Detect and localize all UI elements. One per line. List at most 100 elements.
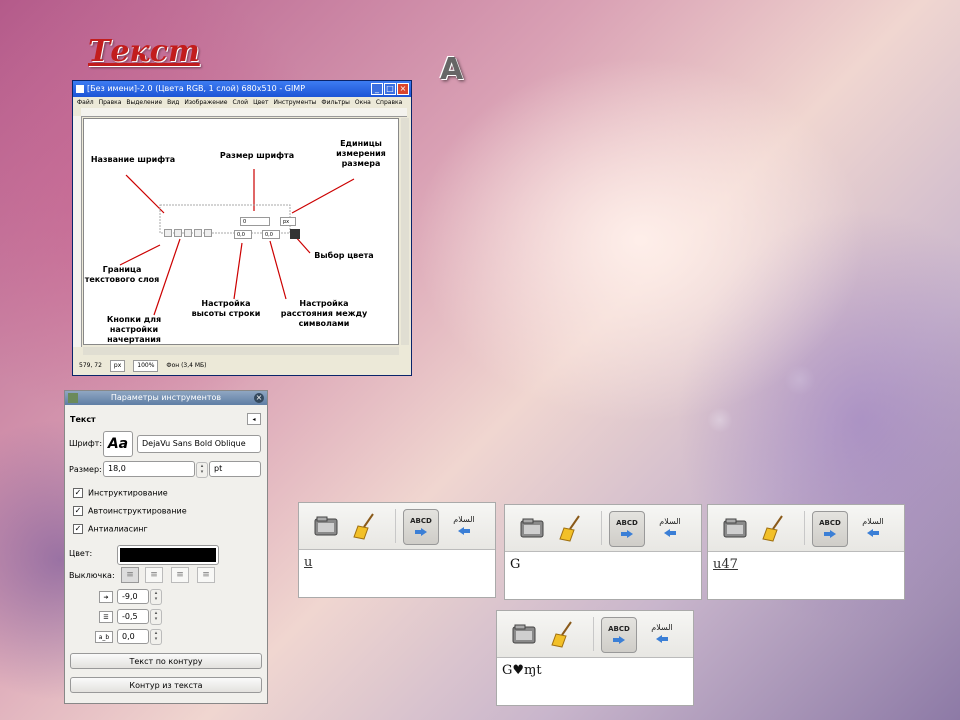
maximize-button[interactable]: □ bbox=[384, 83, 396, 95]
menu-layer[interactable]: Слой bbox=[232, 97, 248, 108]
rtl-direction-button[interactable]: السلام bbox=[645, 617, 679, 651]
ltr-direction-button[interactable]: ABCD bbox=[812, 511, 848, 547]
letter-spacing-field[interactable]: 0,0 bbox=[262, 230, 280, 239]
text-toolbar-window-4: ABCD السلام G♥ɱt bbox=[496, 610, 694, 706]
justify-left-button[interactable]: ≡ bbox=[121, 567, 139, 583]
justify-fill-button[interactable]: ≡ bbox=[197, 567, 215, 583]
style-button[interactable] bbox=[194, 229, 202, 237]
gimp-titlebar: [Без имени]-2.0 (Цвета RGB, 1 слой) 680x… bbox=[73, 81, 411, 97]
letter-spacing-input[interactable]: 0,0 bbox=[117, 629, 149, 644]
close-icon[interactable]: × bbox=[254, 393, 264, 403]
line-spacing-input[interactable]: -0,5 bbox=[117, 609, 149, 624]
rtl-direction-button[interactable]: السلام bbox=[447, 509, 481, 543]
menu-edit[interactable]: Правка bbox=[99, 97, 122, 108]
style-button[interactable] bbox=[184, 229, 192, 237]
clear-text-button[interactable] bbox=[555, 511, 589, 545]
size-spinner[interactable]: ▴ ▾ bbox=[196, 462, 208, 478]
menu-color[interactable]: Цвет bbox=[253, 97, 268, 108]
status-info: Фон (3,4 МБ) bbox=[166, 362, 207, 369]
size-unit-select[interactable]: pt bbox=[209, 461, 261, 477]
style-button[interactable] bbox=[164, 229, 172, 237]
font-input[interactable]: DejaVu Sans Bold Oblique bbox=[137, 435, 261, 453]
size-input[interactable]: 18,0 bbox=[103, 461, 195, 477]
checkbox-row-antialias[interactable]: ✓ Антиалиасинг bbox=[73, 524, 148, 534]
path-from-text-button[interactable]: Контур из текста bbox=[70, 677, 262, 693]
minimize-button[interactable]: _ bbox=[371, 83, 383, 95]
ltr-direction-button[interactable]: ABCD bbox=[609, 511, 645, 547]
font-size-field[interactable]: 0 bbox=[240, 217, 270, 226]
folder-icon bbox=[314, 516, 338, 536]
ltr-direction-button[interactable]: ABCD bbox=[403, 509, 439, 545]
checkbox-row-autohint[interactable]: ✓ Автоинструктирование bbox=[73, 506, 187, 516]
close-button[interactable]: × bbox=[397, 83, 409, 95]
checkbox-icon[interactable]: ✓ bbox=[73, 506, 83, 516]
units-select[interactable]: px bbox=[109, 360, 126, 372]
menu-help[interactable]: Справка bbox=[376, 97, 402, 108]
checkbox-icon[interactable]: ✓ bbox=[73, 524, 83, 534]
open-file-button[interactable] bbox=[515, 511, 549, 545]
window-controls: _ □ × bbox=[371, 83, 409, 95]
menu-windows[interactable]: Окна bbox=[355, 97, 371, 108]
text-toolbar-window-2: ABCD السلام G bbox=[504, 504, 702, 600]
horizontal-scrollbar[interactable] bbox=[83, 347, 399, 355]
arrow-right-icon bbox=[824, 530, 836, 538]
clear-text-button[interactable] bbox=[547, 617, 581, 651]
line-spacing-spinner[interactable]: ▴ ▾ bbox=[150, 609, 162, 625]
menu-image[interactable]: Изображение bbox=[184, 97, 227, 108]
menu-file[interactable]: Файл bbox=[77, 97, 94, 108]
vertical-ruler bbox=[73, 116, 82, 347]
indent-spinner[interactable]: ▴ ▾ bbox=[150, 589, 162, 605]
text-editor-content[interactable]: u bbox=[304, 555, 312, 570]
text-editor-content[interactable]: G♥ɱt bbox=[502, 663, 542, 678]
color-button[interactable] bbox=[117, 545, 219, 565]
arrow-right-icon bbox=[621, 530, 633, 538]
style-button[interactable] bbox=[204, 229, 212, 237]
checkbox-row-hinting[interactable]: ✓ Инструктирование bbox=[73, 488, 168, 498]
broom-icon bbox=[551, 621, 572, 648]
gimp-window: [Без имени]-2.0 (Цвета RGB, 1 слой) 680x… bbox=[72, 80, 412, 376]
panel-menu-icon[interactable]: ◂ bbox=[247, 413, 261, 425]
clear-text-button[interactable] bbox=[758, 511, 792, 545]
text-toolbar-window-1: ABCD السلام u bbox=[298, 502, 496, 598]
ltr-direction-button[interactable]: ABCD bbox=[601, 617, 637, 653]
toolbar-separator bbox=[593, 617, 594, 651]
open-file-button[interactable] bbox=[507, 617, 541, 651]
menu-select[interactable]: Выделение bbox=[126, 97, 162, 108]
line-spacing-icon: ☰ bbox=[99, 611, 113, 623]
indent-input[interactable]: -9,0 bbox=[117, 589, 149, 604]
arrow-right-icon bbox=[613, 636, 625, 644]
panel-icon bbox=[68, 393, 78, 403]
color-swatch[interactable] bbox=[290, 229, 300, 239]
rtl-direction-button[interactable]: السلام bbox=[856, 511, 890, 545]
letter-spacing-spinner[interactable]: ▴ ▾ bbox=[150, 629, 162, 645]
zoom-select[interactable]: 100% bbox=[133, 360, 159, 372]
font-preview-button[interactable]: Aa bbox=[103, 431, 133, 457]
menu-view[interactable]: Вид bbox=[167, 97, 179, 108]
text-editor-content[interactable]: G bbox=[510, 557, 520, 572]
annotation-style-buttons: Кнопки для настройки начертания bbox=[106, 315, 162, 344]
text-editor-content[interactable]: u47 bbox=[713, 557, 738, 572]
checkbox-icon[interactable]: ✓ bbox=[73, 488, 83, 498]
menu-filters[interactable]: Фильтры bbox=[321, 97, 349, 108]
cursor-coords: 579, 72 bbox=[79, 362, 102, 369]
justify-center-button[interactable]: ≡ bbox=[171, 567, 189, 583]
clear-text-button[interactable] bbox=[349, 509, 383, 543]
color-label: Цвет: bbox=[69, 549, 93, 558]
open-file-button[interactable] bbox=[718, 511, 752, 545]
text-toolbar: ABCD السلام bbox=[497, 611, 693, 658]
vertical-scrollbar[interactable] bbox=[401, 118, 409, 345]
checkbox-label: Антиалиасинг bbox=[88, 524, 148, 534]
rtl-label: السلام bbox=[651, 623, 673, 632]
justify-right-button[interactable]: ≡ bbox=[145, 567, 163, 583]
line-height-field[interactable]: 0,0 bbox=[234, 230, 252, 239]
rtl-direction-button[interactable]: السلام bbox=[653, 511, 687, 545]
style-button[interactable] bbox=[174, 229, 182, 237]
annotation-letter-spacing: Настройка расстояния между символами bbox=[280, 299, 368, 328]
toolbar-separator bbox=[601, 511, 602, 545]
open-file-button[interactable] bbox=[309, 509, 343, 543]
gimp-canvas[interactable]: 0 px 0,0 0,0 Название шрифта Размер шриф… bbox=[83, 118, 399, 345]
size-unit-field[interactable]: px bbox=[280, 217, 296, 226]
text-along-path-button[interactable]: Текст по контуру bbox=[70, 653, 262, 669]
menu-tools[interactable]: Инструменты bbox=[273, 97, 316, 108]
section-title: Текст bbox=[70, 415, 96, 424]
